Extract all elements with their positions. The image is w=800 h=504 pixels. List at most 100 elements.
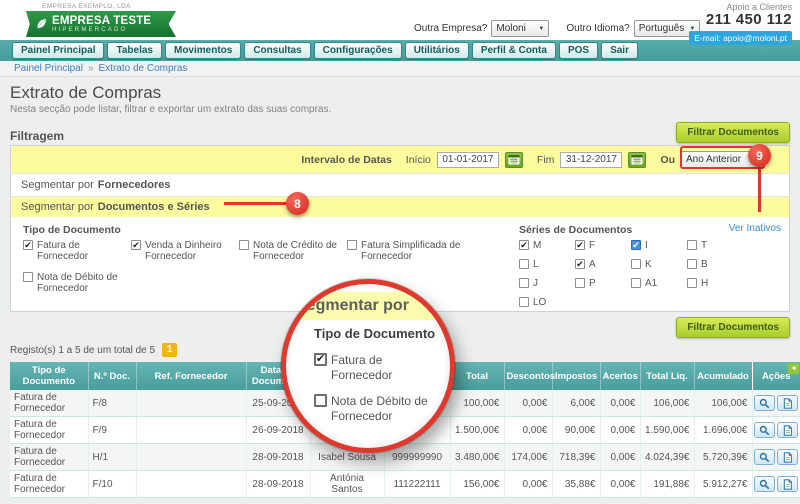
series-grid: ✔ M ✔ F ✔ I T L ✔ A K B J P A1 H LO (519, 240, 743, 308)
checkbox[interactable] (347, 240, 357, 250)
checkbox[interactable]: ✔ (575, 240, 585, 250)
cell (136, 443, 247, 471)
checkbox-item-h[interactable]: H (687, 278, 743, 289)
language-select-value: Português (638, 23, 685, 34)
view-document-button[interactable] (754, 395, 775, 411)
end-date-calendar-button[interactable] (628, 151, 647, 168)
nav-tab-tabelas[interactable]: Tabelas (107, 42, 162, 59)
view-document-button[interactable] (754, 422, 775, 438)
checkbox-item-venda-a-dinheiro-fornecedor[interactable]: ✔ Venda a Dinheiro Fornecedor (131, 240, 235, 262)
nav-tab-pos[interactable]: POS (558, 42, 599, 59)
checkbox[interactable] (519, 278, 529, 288)
document-icon (783, 397, 792, 409)
breadcrumb-item-extrato-de-compras[interactable]: Extrato de Compras (99, 63, 188, 74)
segment-documents-header[interactable]: Segmentar por Documentos e Séries (11, 196, 789, 217)
segment-documents-title: Documentos e Séries (97, 201, 210, 213)
nav-tab-painel-principal[interactable]: Painel Principal (12, 42, 105, 59)
start-date-label: Início (405, 153, 431, 166)
actions-cell (752, 416, 800, 444)
checkbox[interactable] (687, 259, 697, 269)
cell: 999999990 (384, 443, 451, 471)
nav-tab-configura-es[interactable]: Configurações (313, 42, 402, 59)
checkbox[interactable] (687, 278, 697, 288)
checkbox[interactable]: ✔ (631, 240, 641, 250)
cell: Fatura de Fornecedor (10, 416, 89, 444)
logo-title: EMPRESA TESTE (52, 14, 152, 27)
checkbox[interactable] (687, 240, 697, 250)
checkbox-item-nota-de-d-bito-de-fornecedor[interactable]: Nota de Débito de Fornecedor (23, 272, 127, 294)
checkbox[interactable] (519, 297, 529, 307)
document-pdf-button[interactable] (777, 476, 798, 492)
cell (310, 390, 385, 417)
view-document-button[interactable] (754, 476, 775, 492)
checkbox[interactable] (631, 278, 641, 288)
nav-tab-sair[interactable]: Sair (601, 42, 638, 59)
breadcrumb-separator: » (87, 63, 94, 74)
column-header-contribuinte: Contribuinte (384, 362, 451, 390)
date-filter-row: Intervalo de Datas Início Fim Ou Ano Ant… (11, 146, 789, 173)
cell: 0,00€ (600, 443, 641, 471)
expand-columns-icon[interactable]: ◄ (788, 363, 799, 374)
cell: F/8 (88, 390, 137, 417)
breadcrumb: Painel Principal » Extrato de Compras (0, 61, 800, 77)
checkbox-label: LO (533, 297, 547, 308)
end-date-input[interactable] (560, 151, 623, 168)
company-select[interactable]: Moloni ▼ (491, 20, 550, 37)
document-pdf-button[interactable] (777, 449, 798, 465)
checkbox-item-p[interactable]: P (575, 278, 631, 289)
app-header: EMPRESA EXEMPLO, LDA EMPRESA TESTE HIPER… (0, 0, 800, 45)
checkbox-label: Venda a Dinheiro Fornecedor (145, 240, 222, 262)
nav-tab-perfil-conta[interactable]: Perfil & Conta (471, 42, 556, 59)
checkbox-item-k[interactable]: K (631, 259, 687, 270)
view-document-button[interactable] (754, 449, 775, 465)
cell (136, 416, 247, 444)
nav-tab-consultas[interactable]: Consultas (244, 42, 311, 59)
checkbox-item-j[interactable]: J (519, 278, 575, 289)
cell: 718,39€ (552, 443, 601, 471)
breadcrumb-item-painel-principal[interactable]: Painel Principal (14, 63, 83, 74)
segment-suppliers-prefix: Segmentar por (21, 179, 94, 191)
checkbox-item-f[interactable]: ✔ F (575, 240, 631, 251)
checkbox[interactable] (519, 259, 529, 269)
segment-suppliers-header[interactable]: Segmentar por Fornecedores (11, 173, 789, 196)
checkbox[interactable]: ✔ (575, 259, 585, 269)
checkbox-item-nota-de-cr-dito-de-fornecedor[interactable]: Nota de Crédito de Fornecedor (239, 240, 343, 262)
checkbox[interactable] (575, 278, 585, 288)
checkbox-item-b[interactable]: B (687, 259, 743, 270)
company-logo[interactable]: EMPRESA EXEMPLO, LDA EMPRESA TESTE HIPER… (26, 3, 176, 37)
cell (136, 390, 247, 417)
checkbox[interactable] (239, 240, 249, 250)
calendar-icon (631, 155, 643, 165)
checkbox-item-i[interactable]: ✔ I (631, 240, 687, 251)
nav-tab-utilit-rios[interactable]: Utilitários (404, 42, 469, 59)
start-date-input[interactable] (436, 151, 499, 168)
checkbox-item-fatura-de-fornecedor[interactable]: ✔ Fatura de Fornecedor (23, 240, 127, 262)
column-header-acumulado: Acumulado (694, 362, 753, 390)
pagination-page-1[interactable]: 1 (162, 343, 178, 357)
doc-types-grid: ✔ Fatura de Fornecedor ✔ Venda a Dinheiro F… (23, 240, 493, 294)
period-select[interactable]: Ano Anterior ▼ (681, 150, 759, 169)
document-pdf-button[interactable] (777, 395, 798, 411)
view-inactive-link[interactable]: Ver Inativos (729, 223, 781, 234)
start-date-calendar-button[interactable] (504, 151, 523, 168)
checkbox[interactable]: ✔ (23, 240, 33, 250)
checkbox[interactable] (631, 259, 641, 269)
filter-documents-button-bottom[interactable]: Filtrar Documentos (676, 317, 790, 338)
column-header-data-do-documento: Data do Documento (246, 362, 311, 390)
nav-tab-movimentos[interactable]: Movimentos (164, 42, 242, 59)
checkbox-item-lo[interactable]: LO (519, 297, 575, 308)
checkbox-item-l[interactable]: L (519, 259, 575, 270)
checkbox-item-a1[interactable]: A1 (631, 278, 687, 289)
column-header-total: Total (450, 362, 505, 390)
document-pdf-button[interactable] (777, 422, 798, 438)
actions-cell (752, 443, 800, 471)
checkbox-item-fatura-simplificada-de-fornecedor[interactable]: Fatura Simplificada de Fornecedor (347, 240, 473, 262)
checkbox-item-a[interactable]: ✔ A (575, 259, 631, 270)
column-header-impostos: Impostos (552, 362, 601, 390)
filter-documents-button-top[interactable]: Filtrar Documentos (676, 122, 790, 143)
checkbox[interactable]: ✔ (131, 240, 141, 250)
checkbox-item-m[interactable]: ✔ M (519, 240, 575, 251)
checkbox-item-t[interactable]: T (687, 240, 743, 251)
checkbox[interactable] (23, 272, 33, 282)
checkbox[interactable]: ✔ (519, 240, 529, 250)
